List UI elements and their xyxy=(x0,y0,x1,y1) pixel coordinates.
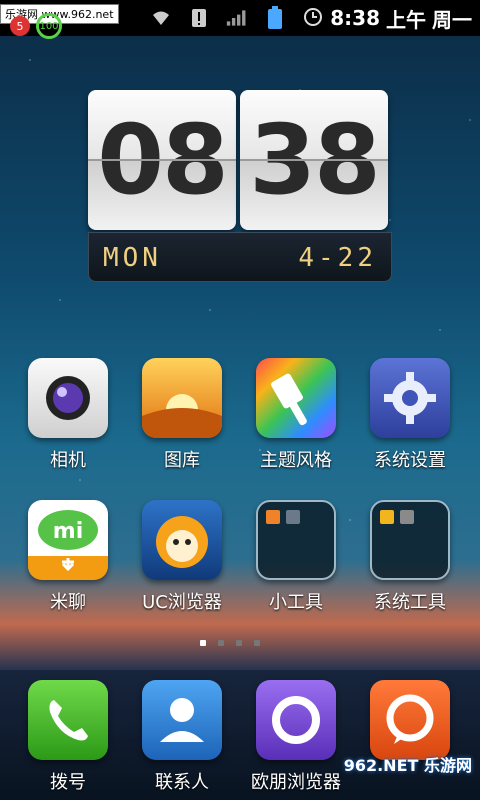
app-label: 系统设置 xyxy=(374,450,446,471)
app-miliao[interactable]: mi 米聊 xyxy=(13,500,123,614)
svg-text:mi: mi xyxy=(53,519,83,544)
clock-minute: 38 xyxy=(249,104,381,216)
page-dot[interactable] xyxy=(218,640,224,646)
page-dot[interactable] xyxy=(200,640,206,646)
opera-icon xyxy=(256,680,336,760)
page-indicator xyxy=(200,640,260,646)
signal-icon xyxy=(226,7,248,29)
folder-icon xyxy=(370,500,450,580)
clock-date-bar: MON 4-22 xyxy=(88,232,392,282)
wifi-icon xyxy=(150,7,172,29)
app-uc-browser[interactable]: UC浏览器 xyxy=(127,500,237,614)
notification-badge: 5 xyxy=(10,16,30,36)
status-weekday: 周一 xyxy=(432,7,472,32)
app-label: 欧朋浏览器 xyxy=(251,772,341,793)
app-label: 联系人 xyxy=(155,772,209,793)
miliao-icon: mi xyxy=(28,500,108,580)
app-theme[interactable]: 主题风格 xyxy=(241,358,351,472)
watermark-logo: 962.NET 乐游网 xyxy=(343,756,472,775)
app-settings[interactable]: 系统设置 xyxy=(355,358,465,472)
app-label: 相机 xyxy=(50,450,86,471)
theme-brush-icon xyxy=(256,358,336,438)
app-label: 米聊 xyxy=(50,592,86,613)
gallery-icon xyxy=(142,358,222,438)
clock-hour-card: 08 xyxy=(88,90,236,230)
clock-date: 4-22 xyxy=(298,243,377,273)
phone-icon xyxy=(28,680,108,760)
app-label: 小工具 xyxy=(269,592,323,613)
clock-day: MON xyxy=(103,243,162,273)
app-label: 图库 xyxy=(164,450,200,471)
folder-system-tools[interactable]: 系统工具 xyxy=(355,500,465,614)
app-gallery[interactable]: 图库 xyxy=(127,358,237,472)
status-time: 8:38 xyxy=(330,6,380,30)
sim-alert-icon xyxy=(188,7,210,29)
app-label: 拨号 xyxy=(50,772,86,793)
folder-icon xyxy=(256,500,336,580)
dock-dialer[interactable]: 拨号 xyxy=(13,680,123,794)
uc-browser-icon xyxy=(142,500,222,580)
app-label: UC浏览器 xyxy=(142,592,222,613)
camera-icon xyxy=(28,358,108,438)
app-label: 主题风格 xyxy=(260,450,332,471)
flip-clock-widget[interactable]: 08 38 MON 4-22 xyxy=(88,90,392,288)
app-label: 系统工具 xyxy=(374,592,446,613)
folder-widgets[interactable]: 小工具 xyxy=(241,500,351,614)
page-dot[interactable] xyxy=(254,640,260,646)
alarm-icon xyxy=(302,5,324,32)
battery-circle-icon: 100 xyxy=(36,13,62,39)
chat-bubble-icon xyxy=(370,680,450,760)
clock-hour: 08 xyxy=(97,104,229,216)
status-bar: 乐游网 www.962.net 5 100 8:38 上午 周一 xyxy=(0,0,480,39)
status-ampm: 上午 xyxy=(386,7,426,32)
app-camera[interactable]: 相机 xyxy=(13,358,123,472)
clock-minute-card: 38 xyxy=(240,90,388,230)
dock-opera[interactable]: 欧朋浏览器 xyxy=(241,680,351,794)
gear-icon xyxy=(370,358,450,438)
dock-contacts[interactable]: 联系人 xyxy=(127,680,237,794)
battery-icon xyxy=(264,6,286,29)
contacts-icon xyxy=(142,680,222,760)
page-dot[interactable] xyxy=(236,640,242,646)
